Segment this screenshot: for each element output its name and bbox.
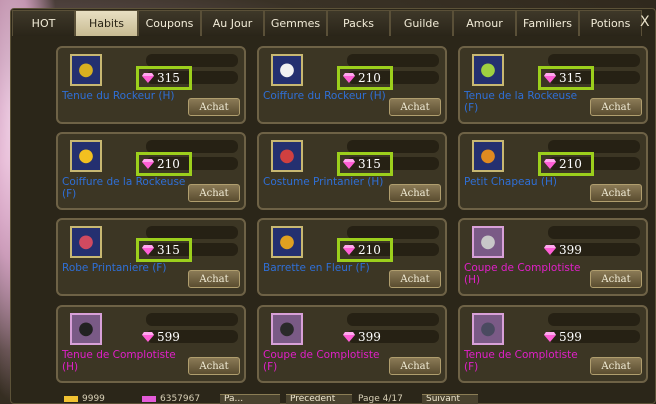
price-value: 599 [559, 330, 582, 344]
buy-button[interactable]: Achat [389, 357, 441, 375]
footer-button[interactable]: Pa... [220, 394, 280, 404]
tab-bar: HOT Habits Coupons Au Jour Gemmes Packs Guilde… [12, 10, 642, 36]
tab-packs[interactable]: Packs [327, 10, 390, 36]
buy-button[interactable]: Achat [188, 184, 240, 202]
price-value: 315 [559, 71, 582, 85]
item-name: Coiffure du Rockeur (H) [263, 90, 386, 102]
shop-item-card: ● 399 Coupe de Complotiste (H) Achat [458, 218, 648, 296]
info-slot [146, 313, 238, 326]
prev-page-button[interactable]: Précédent [286, 394, 352, 404]
item-name: Coupe de Complotiste (F) [263, 349, 380, 373]
shop-item-card: ● 210 Coiffure de la Rockeuse (F) Achat [56, 132, 246, 210]
buy-button[interactable]: Achat [590, 270, 642, 288]
item-price: 210 [142, 156, 180, 172]
gold-icon [64, 396, 78, 402]
buy-button[interactable]: Achat [389, 184, 441, 202]
shop-item-card: ● 315 Tenue de la Rockeuse (F) Achat [458, 46, 648, 124]
item-price: 399 [343, 329, 381, 345]
item-price: 315 [142, 242, 180, 258]
price-value: 399 [358, 330, 381, 344]
hair-icon[interactable]: ● [472, 226, 504, 258]
price-value: 315 [157, 243, 180, 257]
buy-button[interactable]: Achat [389, 270, 441, 288]
close-icon[interactable]: X [640, 12, 656, 34]
item-name: Coupe de Complotiste (H) [464, 262, 581, 286]
item-price: 315 [343, 156, 381, 172]
price-value: 210 [559, 157, 582, 171]
dress-icon[interactable]: ● [70, 226, 102, 258]
tab-amour[interactable]: Amour [453, 10, 516, 36]
price-value: 210 [358, 71, 381, 85]
outfit-icon[interactable]: ● [472, 54, 504, 86]
buy-button[interactable]: Achat [590, 184, 642, 202]
info-slot [548, 226, 640, 239]
hair-icon[interactable]: ● [70, 140, 102, 172]
buy-button[interactable]: Achat [590, 357, 642, 375]
tab-potions[interactable]: Potions [579, 10, 642, 36]
tab-familiers[interactable]: Familiers [516, 10, 579, 36]
price-value: 599 [157, 330, 180, 344]
hat-icon[interactable]: ● [472, 140, 504, 172]
gem-icon [142, 396, 156, 402]
shop-item-card: ● 210 Coiffure du Rockeur (H) Achat [257, 46, 447, 124]
buy-button[interactable]: Achat [188, 98, 240, 116]
next-page-button[interactable]: Suivant [422, 394, 478, 404]
item-name: Barrette en Fleur (F) [263, 262, 370, 274]
hair-icon[interactable]: ● [271, 313, 303, 345]
outfit-icon[interactable]: ● [271, 140, 303, 172]
info-slot [548, 313, 640, 326]
info-slot [347, 313, 439, 326]
item-price: 210 [343, 70, 381, 86]
price-value: 315 [358, 157, 381, 171]
buy-button[interactable]: Achat [590, 98, 642, 116]
price-value: 315 [157, 71, 180, 85]
footer-bar: 9999 6357967 Pa... Précédent Page 4/17 S… [60, 394, 480, 404]
shop-item-card: ● 599 Tenue de Complotiste (F) Achat [458, 305, 648, 383]
item-name: Tenue du Rockeur (H) [62, 90, 175, 102]
tab-au-jour[interactable]: Au Jour [201, 10, 264, 36]
item-name: Tenue de Complotiste (H) [62, 349, 176, 373]
page-indicator: Page 4/17 [358, 394, 403, 404]
buy-button[interactable]: Achat [188, 357, 240, 375]
item-price: 315 [142, 70, 180, 86]
item-name: Costume Printanier (H) [263, 176, 384, 188]
shop-item-card: ● 399 Coupe de Complotiste (F) Achat [257, 305, 447, 383]
gem-amount: 6357967 [160, 394, 201, 404]
item-price: 210 [343, 242, 381, 258]
item-name: Tenue de la Rockeuse (F) [464, 90, 578, 114]
outfit-icon[interactable]: ● [70, 313, 102, 345]
price-value: 399 [559, 243, 582, 257]
item-price: 315 [544, 70, 582, 86]
tab-hot[interactable]: HOT [12, 10, 75, 36]
item-price: 599 [544, 329, 582, 345]
tab-gemmes[interactable]: Gemmes [264, 10, 327, 36]
item-price: 210 [544, 156, 582, 172]
buy-button[interactable]: Achat [389, 98, 441, 116]
tab-habits[interactable]: Habits [75, 10, 138, 36]
item-name: Tenue de Complotiste (F) [464, 349, 578, 373]
shop-item-card: ● 210 Barrette en Fleur (F) Achat [257, 218, 447, 296]
buy-button[interactable]: Achat [188, 270, 240, 288]
shop-item-card: ● 315 Robe Printaniere (F) Achat [56, 218, 246, 296]
outfit-icon[interactable]: ● [70, 54, 102, 86]
shop-item-card: ● 315 Tenue du Rockeur (H) Achat [56, 46, 246, 124]
item-name: Petit Chapeau (H) [464, 176, 557, 188]
tab-coupons[interactable]: Coupons [138, 10, 201, 36]
hair-icon[interactable]: ● [271, 54, 303, 86]
price-value: 210 [358, 243, 381, 257]
item-name: Robe Printaniere (F) [62, 262, 167, 274]
shop-item-card: ● 599 Tenue de Complotiste (H) Achat [56, 305, 246, 383]
shop-item-card: ● 315 Costume Printanier (H) Achat [257, 132, 447, 210]
tab-guilde[interactable]: Guilde [390, 10, 453, 36]
outfit-icon[interactable]: ● [472, 313, 504, 345]
item-price: 599 [142, 329, 180, 345]
gold-amount: 9999 [82, 394, 105, 404]
price-value: 210 [157, 157, 180, 171]
hairclip-icon[interactable]: ● [271, 226, 303, 258]
item-name: Coiffure de la Rockeuse (F) [62, 176, 186, 200]
item-price: 399 [544, 242, 582, 258]
shop-item-card: ● 210 Petit Chapeau (H) Achat [458, 132, 648, 210]
